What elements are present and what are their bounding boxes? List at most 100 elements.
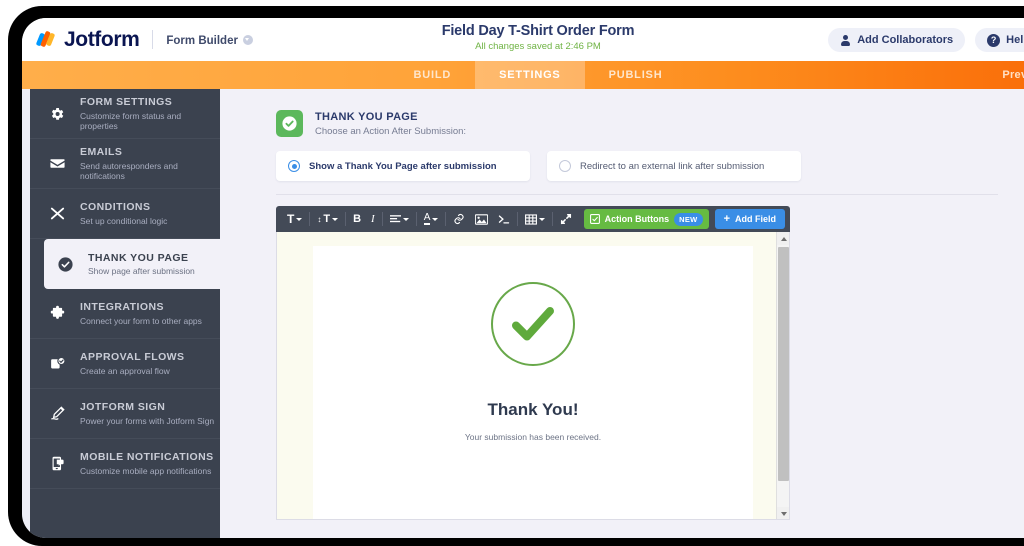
editor-toolbar: T ↕ T B I A Action Buttons NEW + Add Fie… bbox=[276, 206, 790, 232]
add-collaborators-label: Add Collaborators bbox=[857, 34, 954, 46]
sidebar-item-label: CONDITIONS bbox=[80, 201, 151, 214]
approval-icon bbox=[46, 355, 68, 372]
code-icon[interactable] bbox=[493, 210, 515, 228]
form-builder-menu[interactable]: Form Builder bbox=[166, 31, 253, 49]
toolbar-separator bbox=[517, 212, 519, 226]
plus-icon: + bbox=[723, 212, 730, 225]
font-size-button[interactable]: ↕ T bbox=[312, 210, 343, 228]
sidebar-item-label: MOBILE NOTIFICATIONS bbox=[80, 451, 214, 464]
radio-icon[interactable] bbox=[559, 160, 571, 172]
gear-icon bbox=[46, 106, 68, 122]
toolbar-separator bbox=[381, 212, 383, 226]
jotform-logo[interactable]: Jotform bbox=[35, 27, 140, 52]
help-button[interactable]: ? Help bbox=[975, 28, 1024, 52]
sidebar-item-sublabel: Connect your form to other apps bbox=[80, 315, 202, 326]
sidebar-item-label: APPROVAL FLOWS bbox=[80, 351, 185, 364]
chevron-down-icon bbox=[242, 34, 253, 45]
sidebar-item-form-settings[interactable]: FORM SETTINGS Customize form status and … bbox=[30, 89, 220, 139]
sidebar-item-sublabel: Create an approval flow bbox=[80, 365, 170, 376]
sidebar-item-label: THANK YOU PAGE bbox=[88, 251, 189, 264]
new-badge: NEW bbox=[674, 212, 703, 226]
section-divider bbox=[276, 194, 998, 195]
option-label: Redirect to an external link after submi… bbox=[580, 160, 765, 172]
sidebar-item-label: EMAILS bbox=[80, 146, 123, 159]
green-check-circle-icon bbox=[491, 282, 575, 366]
editor-scrollbar[interactable] bbox=[776, 232, 789, 519]
sidebar-item-mobile-notifications[interactable]: MOBILE NOTIFICATIONS Customize mobile ap… bbox=[30, 439, 220, 489]
sidebar-item-conditions[interactable]: CONDITIONS Set up conditional logic bbox=[30, 189, 220, 239]
sidebar-item-sublabel: Set up conditional logic bbox=[80, 215, 168, 226]
action-buttons-label: Action Buttons bbox=[604, 214, 670, 224]
tab-build[interactable]: BUILD bbox=[390, 61, 476, 89]
thank-you-body: Your submission has been received. bbox=[464, 432, 602, 442]
tab-publish[interactable]: PUBLISH bbox=[585, 61, 687, 89]
option-thank-you-page[interactable]: Show a Thank You Page after submission bbox=[276, 151, 530, 181]
panel-header: THANK YOU PAGE Choose an Action After Su… bbox=[276, 110, 1024, 137]
logo-wordmark: Jotform bbox=[64, 27, 140, 51]
add-field-label: Add Field bbox=[735, 214, 776, 224]
editor-canvas[interactable]: Thank You! Your submission has been rece… bbox=[276, 232, 790, 520]
fullscreen-icon[interactable] bbox=[555, 210, 577, 228]
sidebar-item-emails[interactable]: EMAILS Send autoresponders and notificat… bbox=[30, 139, 220, 189]
action-buttons-button[interactable]: Action Buttons NEW bbox=[583, 209, 709, 229]
scrollbar-thumb[interactable] bbox=[778, 247, 789, 481]
editor-toolbar-actions: Action Buttons NEW + Add Field bbox=[583, 209, 785, 229]
jotform-logo-icon bbox=[35, 29, 57, 50]
sidebar-item-label: FORM SETTINGS bbox=[80, 96, 173, 109]
sidebar-item-sublabel: Power your forms with Jotform Sign bbox=[80, 415, 215, 426]
sidebar-item-approval-flows[interactable]: APPROVAL FLOWS Create an approval flow bbox=[30, 339, 220, 389]
question-mark-icon: ? bbox=[987, 33, 1001, 47]
shuffle-icon bbox=[46, 205, 68, 222]
thank-you-editor: T ↕ T B I A Action Buttons NEW + Add Fie… bbox=[276, 206, 790, 520]
toolbar-separator bbox=[415, 212, 417, 226]
thank-you-heading: Thank You! bbox=[487, 400, 579, 419]
settings-main-panel: THANK YOU PAGE Choose an Action After Su… bbox=[220, 89, 1024, 538]
settings-sidebar: FORM SETTINGS Customize form status and … bbox=[30, 89, 220, 538]
sidebar-item-integrations[interactable]: INTEGRATIONS Connect your form to other … bbox=[30, 289, 220, 339]
toolbar-separator bbox=[309, 212, 311, 226]
radio-icon-selected[interactable] bbox=[288, 160, 300, 172]
tab-settings[interactable]: SETTINGS bbox=[475, 61, 585, 89]
header-actions: Add Collaborators ? Help bbox=[828, 28, 1024, 52]
font-family-button[interactable]: T bbox=[282, 210, 307, 228]
sidebar-item-sublabel: Send autoresponders and notifications bbox=[80, 160, 178, 181]
sidebar-item-label: INTEGRATIONS bbox=[80, 301, 164, 314]
main-nav-bar: BUILD SETTINGS PUBLISH Preview bbox=[22, 61, 1024, 89]
bold-button[interactable]: B bbox=[348, 210, 366, 228]
toolbar-separator bbox=[345, 212, 347, 226]
toolbar-separator bbox=[445, 212, 447, 226]
add-field-button[interactable]: + Add Field bbox=[714, 209, 785, 229]
mobile-icon bbox=[46, 455, 68, 472]
envelope-icon bbox=[46, 155, 68, 172]
thank-you-page-preview[interactable]: Thank You! Your submission has been rece… bbox=[313, 246, 753, 519]
sidebar-item-sublabel: Customize mobile app notifications bbox=[80, 465, 212, 476]
link-icon[interactable] bbox=[448, 210, 470, 228]
person-icon bbox=[840, 34, 851, 46]
scroll-down-icon[interactable] bbox=[777, 507, 789, 519]
panel-subtitle: Choose an Action After Submission: bbox=[315, 125, 467, 137]
help-label: Help bbox=[1006, 34, 1024, 46]
option-label: Show a Thank You Page after submission bbox=[309, 160, 497, 172]
puzzle-icon bbox=[46, 305, 68, 322]
sidebar-item-thank-you-page[interactable]: THANK YOU PAGE Show page after submissio… bbox=[44, 239, 220, 289]
toolbar-separator bbox=[552, 212, 554, 226]
app-viewport: Jotform Form Builder Field Day T-Shirt O… bbox=[22, 18, 1024, 538]
image-icon[interactable] bbox=[470, 210, 493, 228]
top-header-bar: Jotform Form Builder Field Day T-Shirt O… bbox=[22, 18, 1024, 61]
sidebar-item-label: JOTFORM SIGN bbox=[80, 401, 166, 414]
add-collaborators-button[interactable]: Add Collaborators bbox=[828, 28, 966, 52]
pen-icon bbox=[46, 405, 68, 422]
italic-button[interactable]: I bbox=[366, 210, 380, 228]
device-frame: Jotform Form Builder Field Day T-Shirt O… bbox=[8, 6, 1024, 546]
sidebar-item-sublabel: Show page after submission bbox=[88, 266, 195, 277]
header-divider bbox=[152, 30, 154, 49]
sidebar-item-jotform-sign[interactable]: JOTFORM SIGN Power your forms with Jotfo… bbox=[30, 389, 220, 439]
preview-button[interactable]: Preview bbox=[1002, 61, 1024, 89]
align-button[interactable] bbox=[385, 210, 414, 228]
panel-title: THANK YOU PAGE bbox=[315, 110, 418, 123]
text-color-button[interactable]: A bbox=[419, 210, 444, 228]
table-button[interactable] bbox=[520, 210, 550, 228]
scroll-up-icon[interactable] bbox=[777, 232, 789, 245]
option-redirect-link[interactable]: Redirect to an external link after submi… bbox=[547, 151, 801, 181]
check-circle-icon bbox=[54, 256, 76, 273]
